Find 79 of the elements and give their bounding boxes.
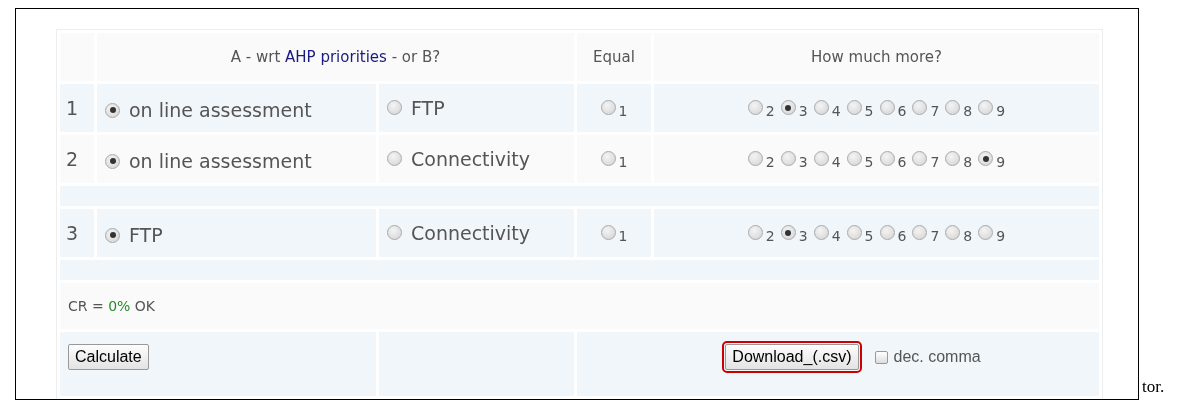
radio-button[interactable]: [813, 100, 829, 116]
trailing-text: tor.: [1142, 377, 1165, 397]
scale-label: 4: [831, 227, 841, 244]
scale-label: 8: [963, 102, 973, 119]
radio-button[interactable]: [879, 151, 895, 167]
scale-label: 5: [864, 227, 874, 244]
scale-label: 6: [897, 102, 907, 119]
row-number: 1: [66, 97, 79, 119]
radio-button[interactable]: [387, 100, 402, 116]
scale-label: 7: [930, 227, 940, 244]
scale-label: 6: [897, 227, 907, 244]
radio-button[interactable]: [945, 151, 961, 167]
radio-button[interactable]: [945, 100, 961, 116]
option-label: FTP: [129, 224, 163, 246]
radio-button[interactable]: [105, 227, 120, 243]
radio-button[interactable]: [600, 151, 616, 167]
radio-button[interactable]: [978, 151, 994, 167]
radio-button[interactable]: [978, 225, 994, 241]
scale-label: 2: [765, 227, 775, 244]
scale-label: 9: [996, 227, 1006, 244]
scale-label: 3: [798, 102, 808, 119]
radio-button[interactable]: [813, 151, 829, 167]
consistency-ratio: CR = 0% OK: [68, 298, 155, 314]
checkbox[interactable]: [874, 350, 888, 364]
option-label: FTP: [411, 96, 445, 119]
scale-label: 7: [930, 102, 940, 119]
radio-button[interactable]: [600, 225, 616, 241]
scale-label: 6: [897, 153, 907, 170]
radio-button[interactable]: [879, 100, 895, 116]
download-button[interactable]: Download_(.csv): [725, 344, 859, 370]
option-label: on line assessment: [129, 150, 312, 172]
radio-button[interactable]: [780, 151, 796, 167]
scale-label: 3: [798, 153, 808, 170]
scale-label: 1: [618, 227, 628, 244]
row-number: 2: [66, 148, 79, 170]
radio-button[interactable]: [747, 100, 763, 116]
radio-button[interactable]: [387, 225, 402, 241]
scale-label: 4: [831, 153, 841, 170]
radio-button[interactable]: [912, 151, 928, 167]
scale-label: 1: [618, 102, 628, 119]
scale-label: 2: [765, 153, 775, 170]
calculate-button[interactable]: Calculate: [68, 344, 149, 370]
radio-button[interactable]: [387, 151, 402, 167]
column-header: How much more?: [811, 48, 942, 66]
option-label: Connectivity: [411, 221, 531, 244]
radio-button[interactable]: [105, 153, 120, 169]
radio-button[interactable]: [105, 102, 120, 118]
radio-button[interactable]: [912, 100, 928, 116]
radio-button[interactable]: [846, 100, 862, 116]
scale-label: 8: [963, 227, 973, 244]
radio-button[interactable]: [747, 225, 763, 241]
scale-label: 8: [963, 153, 973, 170]
scale-label: 5: [864, 153, 874, 170]
radio-button[interactable]: [912, 225, 928, 241]
scale-label: 2: [765, 102, 775, 119]
option-label: on line assessment: [129, 99, 312, 121]
scale-label: 5: [864, 102, 874, 119]
column-header: Equal: [593, 48, 635, 66]
scale-label: 3: [798, 227, 808, 244]
scale-label: 9: [996, 102, 1006, 119]
radio-button[interactable]: [747, 151, 763, 167]
radio-button[interactable]: [945, 225, 961, 241]
column-header: A - wrt AHP priorities - or B?: [230, 48, 441, 66]
checkbox-label: dec. comma: [893, 348, 981, 366]
radio-button[interactable]: [846, 225, 862, 241]
radio-button[interactable]: [978, 100, 994, 116]
scale-label: 7: [930, 153, 940, 170]
priorities-link[interactable]: AHP priorities: [285, 48, 387, 66]
scale-label: 1: [618, 153, 628, 170]
radio-button[interactable]: [813, 225, 829, 241]
radio-button[interactable]: [780, 225, 796, 241]
radio-button[interactable]: [846, 151, 862, 167]
radio-button[interactable]: [879, 225, 895, 241]
scale-label: 4: [831, 102, 841, 119]
radio-button[interactable]: [600, 100, 616, 116]
scale-label: 9: [996, 153, 1006, 170]
radio-button[interactable]: [780, 100, 796, 116]
option-label: Connectivity: [411, 147, 531, 170]
row-number: 3: [66, 222, 79, 244]
